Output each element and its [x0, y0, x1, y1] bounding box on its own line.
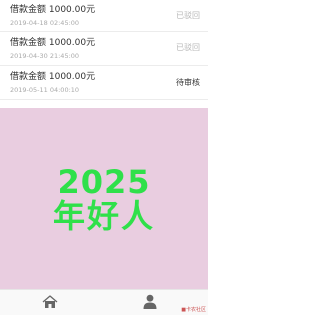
overlay-banner: 2025 年好人 [0, 108, 208, 289]
bottom-tab-bar: ■卡农社区 [0, 289, 208, 315]
user-icon[interactable] [143, 294, 157, 309]
loan-date: 2019-04-18 02:45:00 [10, 19, 80, 27]
banner-line-2: 年好人 [52, 196, 155, 235]
home-icon[interactable] [42, 295, 58, 309]
banner-line-1: 2025 [57, 162, 151, 201]
loan-date: 2019-05-11 04:00:10 [10, 86, 80, 94]
loan-record-row[interactable]: 借款金额 1000.00元 2019-04-18 02:45:00 已驳回 [0, 0, 208, 32]
loan-date: 2019-04-30 21:45:00 [10, 52, 80, 60]
loan-status-badge: 已驳回 [176, 11, 200, 20]
loan-amount: 借款金额 1000.00元 [10, 38, 96, 48]
loan-record-row[interactable]: 借款金额 1000.00元 2019-05-11 04:00:10 待审核 [0, 66, 208, 100]
loan-amount: 借款金额 1000.00元 [10, 72, 96, 82]
loan-status-badge: 待审核 [176, 78, 200, 87]
loan-status-badge: 已驳回 [176, 43, 200, 52]
loan-amount: 借款金额 1000.00元 [10, 5, 96, 15]
loan-record-row[interactable]: 借款金额 1000.00元 2019-04-30 21:45:00 已驳回 [0, 32, 208, 66]
loan-record-list: 借款金额 1000.00元 2019-04-18 02:45:00 已驳回 借款… [0, 0, 208, 100]
watermark-logo: ■卡农社区 [181, 307, 206, 313]
